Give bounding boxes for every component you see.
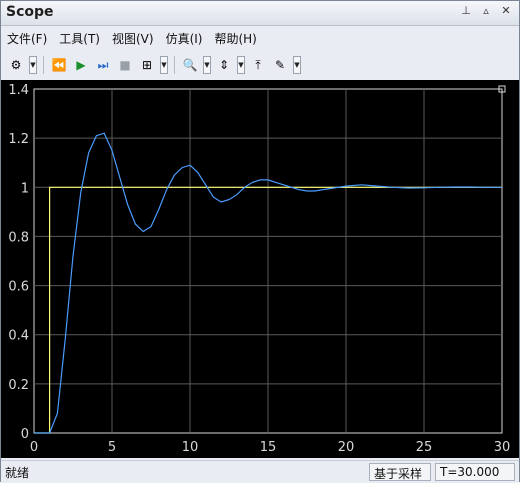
pin-icon[interactable]: ⊥ — [459, 4, 473, 18]
y-tick-label: 0.2 — [8, 378, 29, 393]
gear-dropdown[interactable]: ▼ — [29, 56, 37, 74]
close-icon[interactable]: ✕ — [499, 4, 513, 18]
scope-plot: 0 5 10 15 20 25 30 0 0.2 0.4 0.6 0.8 1 1.2 1.4 — [8, 83, 511, 455]
y-tick-label: 1 — [21, 181, 29, 196]
step-forward-icon[interactable]: ⏭ — [94, 56, 112, 74]
run-icon[interactable]: ▶ — [72, 56, 90, 74]
status-time: T=30.000 — [435, 463, 515, 481]
title-bar: Scope ⊥ ▵ ✕ — [1, 1, 519, 26]
status-mode: 基于采样 — [369, 463, 431, 481]
toolbar: ⚙ ▼ ⏪ ▶ ⏭ ■ ⊞ ▼ 🔍 ▼ ⇕ ▼ ⤒ ✎ ▼ — [1, 52, 519, 78]
status-text: 就绪 — [5, 466, 30, 480]
x-tick-label: 20 — [338, 440, 355, 455]
y-tick-label: 1.4 — [8, 83, 29, 98]
plot-area: 0 5 10 15 20 25 30 0 0.2 0.4 0.6 0.8 1 1.2 1.4 — [1, 80, 519, 458]
x-tick-label: 15 — [260, 440, 277, 455]
toolbar-separator — [174, 56, 175, 74]
y-tick-label: 1.2 — [8, 132, 29, 147]
back-icon[interactable]: ⏪ — [50, 56, 68, 74]
x-tick-label: 5 — [108, 440, 116, 455]
axis-scale-dropdown[interactable]: ▼ — [237, 56, 245, 74]
highlight-icon[interactable]: ⤒ — [249, 56, 267, 74]
zoom-dropdown[interactable]: ▼ — [203, 56, 211, 74]
signal-dropdown[interactable]: ▼ — [160, 56, 168, 74]
menu-help[interactable]: 帮助(H) — [214, 30, 256, 47]
y-tick-label: 0.4 — [8, 329, 29, 344]
x-tick-label: 25 — [416, 440, 433, 455]
x-tick-label: 0 — [30, 440, 38, 455]
title-controls: ⊥ ▵ ✕ — [459, 4, 513, 18]
gear-icon[interactable]: ⚙ — [7, 56, 25, 74]
window-title: Scope — [6, 4, 54, 20]
style-dropdown[interactable]: ▼ — [293, 56, 301, 74]
signal-icon[interactable]: ⊞ — [138, 56, 156, 74]
menu-file[interactable]: 文件(F) — [7, 30, 47, 47]
stop-icon[interactable]: ■ — [116, 56, 134, 74]
scope-window: Scope ⊥ ▵ ✕ 文件(F) 工具(T) 视图(V) 仿真(I) 帮助(H… — [0, 0, 520, 483]
y-tick-label: 0.8 — [8, 230, 29, 245]
menu-simulation[interactable]: 仿真(I) — [166, 30, 203, 47]
style-icon[interactable]: ✎ — [271, 56, 289, 74]
status-bar: 就绪 基于采样 T=30.000 — [1, 460, 519, 483]
zoom-in-icon[interactable]: 🔍 — [181, 56, 199, 74]
menu-bar: 文件(F) 工具(T) 视图(V) 仿真(I) 帮助(H) — [1, 27, 519, 49]
minimize-icon[interactable]: ▵ — [479, 4, 493, 18]
axis-scale-icon[interactable]: ⇕ — [215, 56, 233, 74]
menu-view[interactable]: 视图(V) — [112, 30, 154, 47]
toolbar-separator — [43, 56, 44, 74]
y-tick-label: 0.6 — [8, 280, 29, 295]
y-tick-label: 0 — [21, 427, 29, 442]
x-tick-label: 10 — [182, 440, 199, 455]
x-tick-label: 30 — [494, 440, 511, 455]
menu-tools[interactable]: 工具(T) — [59, 30, 100, 47]
